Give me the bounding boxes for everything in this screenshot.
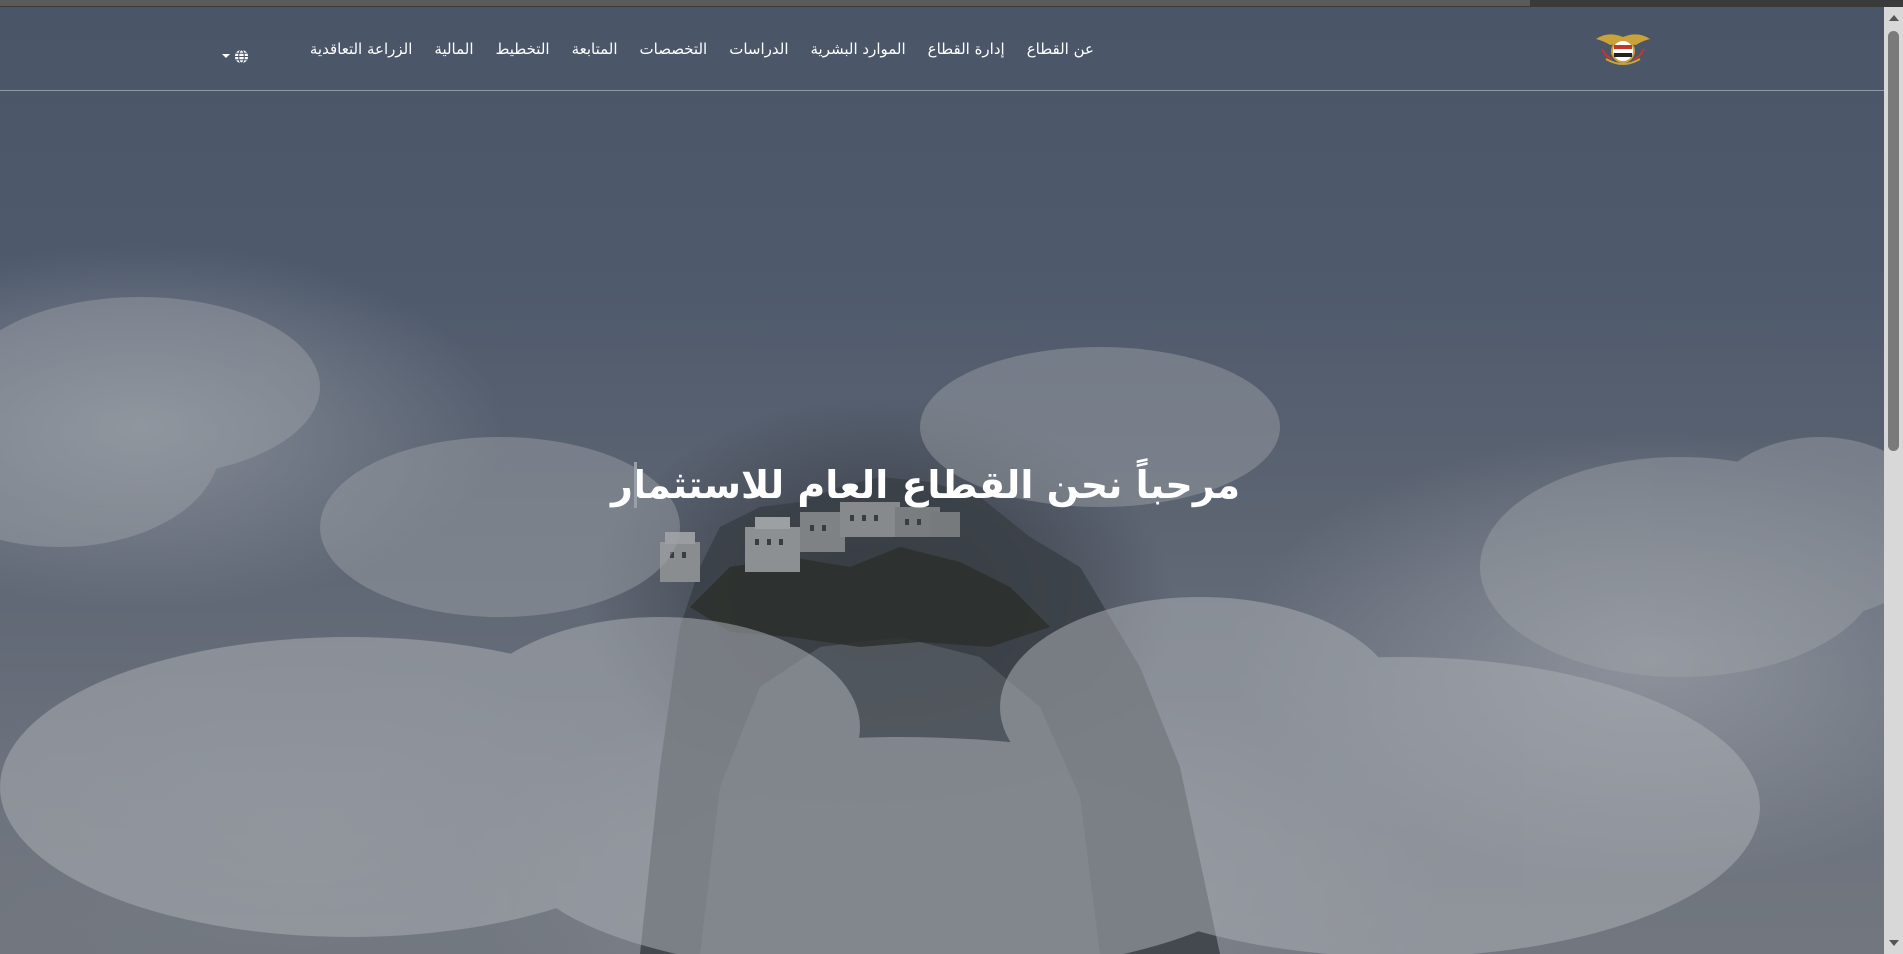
nav-item-human-resources[interactable]: الموارد البشرية [811, 40, 906, 58]
globe-icon [234, 48, 249, 64]
hero-title: مرحباً نحن القطاع العام للاستثمار [611, 463, 1240, 507]
yemen-emblem-icon[interactable] [1592, 29, 1654, 69]
nav-item-about[interactable]: عن القطاع [1027, 40, 1094, 58]
typing-cursor [634, 462, 637, 508]
navbar-divider [0, 90, 1884, 91]
scrollbar-thumb[interactable] [1888, 31, 1899, 451]
nav-item-contract-farming[interactable]: الزراعة التعاقدية [310, 40, 413, 58]
main-nav: عن القطاع إدارة القطاع الموارد البشرية ا… [224, 7, 1094, 90]
nav-item-specializations[interactable]: التخصصات [640, 40, 708, 58]
caret-down-icon [222, 54, 230, 58]
nav-item-followup[interactable]: المتابعة [572, 40, 618, 58]
browser-top-strip [0, 0, 1903, 7]
language-dropdown[interactable] [222, 47, 256, 65]
vertical-scrollbar[interactable] [1884, 7, 1903, 954]
scroll-up-arrow-icon[interactable] [1889, 15, 1899, 21]
nav-item-finance[interactable]: المالية [434, 40, 473, 58]
page: عن القطاع إدارة القطاع الموارد البشرية ا… [0, 0, 1903, 954]
nav-item-planning[interactable]: التخطيط [496, 40, 550, 58]
browser-top-strip-highlight [0, 0, 1530, 6]
scroll-down-arrow-icon[interactable] [1889, 940, 1899, 946]
nav-item-studies[interactable]: الدراسات [729, 40, 788, 58]
nav-item-management[interactable]: إدارة القطاع [928, 40, 1005, 58]
navbar: عن القطاع إدارة القطاع الموارد البشرية ا… [0, 7, 1884, 90]
